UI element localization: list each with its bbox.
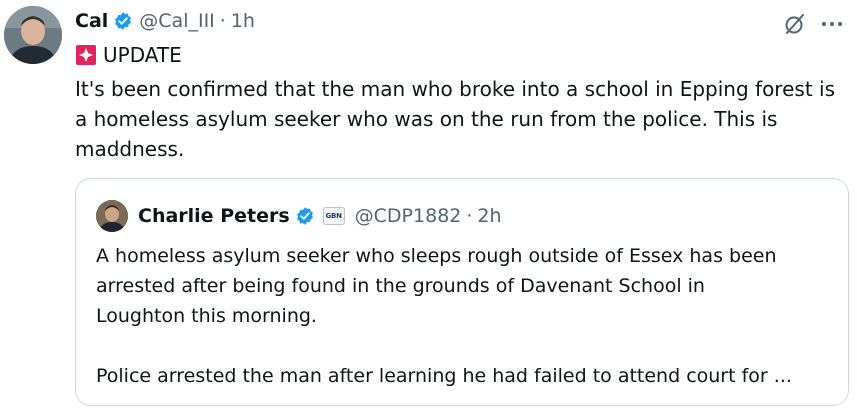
grok-icon[interactable]	[783, 12, 807, 36]
post-time[interactable]: 1h	[231, 6, 255, 36]
siren-emoji-icon	[75, 44, 97, 74]
quoted-post-header: Charlie Peters GBN @CDP1882 · 2h	[96, 199, 502, 233]
quoted-text-line: Loughton this morning.	[96, 305, 317, 327]
author-handle[interactable]: @Cal_III	[139, 6, 215, 36]
quoted-post-text: A homeless asylum seeker who sleeps roug…	[96, 241, 836, 391]
more-icon[interactable]	[821, 20, 843, 28]
post[interactable]: Cal @Cal_III · 1h UPDATE It's been confi…	[0, 0, 857, 414]
quoted-post-time[interactable]: 2h	[477, 205, 501, 227]
post-actions	[783, 12, 843, 36]
gbnews-affiliate-badge[interactable]: GBN	[322, 207, 345, 225]
post-text: UPDATE It's been confirmed that the man …	[75, 40, 845, 164]
post-text-line: It's been confirmed that the man who bro…	[75, 77, 835, 101]
quoted-text-line: arrested after being found in the ground…	[96, 275, 705, 297]
update-label: UPDATE	[103, 43, 182, 67]
quoted-post[interactable]: Charlie Peters GBN @CDP1882 · 2h A homel…	[75, 178, 849, 406]
quoted-text-line: Police arrested the man after learning h…	[96, 365, 792, 387]
update-line: UPDATE	[75, 40, 845, 74]
verified-badge-icon	[113, 11, 133, 31]
post-text-line: a homeless asylum seeker who was on the …	[75, 107, 778, 131]
author-avatar[interactable]	[4, 6, 62, 64]
quoted-text-line: A homeless asylum seeker who sleeps roug…	[96, 245, 777, 267]
post-text-line: maddness.	[75, 137, 185, 161]
separator-dot: ·	[219, 10, 226, 32]
quoted-author-name[interactable]: Charlie Peters	[138, 205, 290, 227]
separator-dot: ·	[466, 205, 473, 227]
quoted-author-avatar[interactable]	[96, 200, 128, 232]
author-name[interactable]: Cal	[75, 6, 108, 36]
post-header: Cal @Cal_III · 1h	[75, 6, 255, 36]
quoted-author-handle[interactable]: @CDP1882	[355, 205, 462, 227]
verified-badge-icon	[295, 206, 315, 226]
